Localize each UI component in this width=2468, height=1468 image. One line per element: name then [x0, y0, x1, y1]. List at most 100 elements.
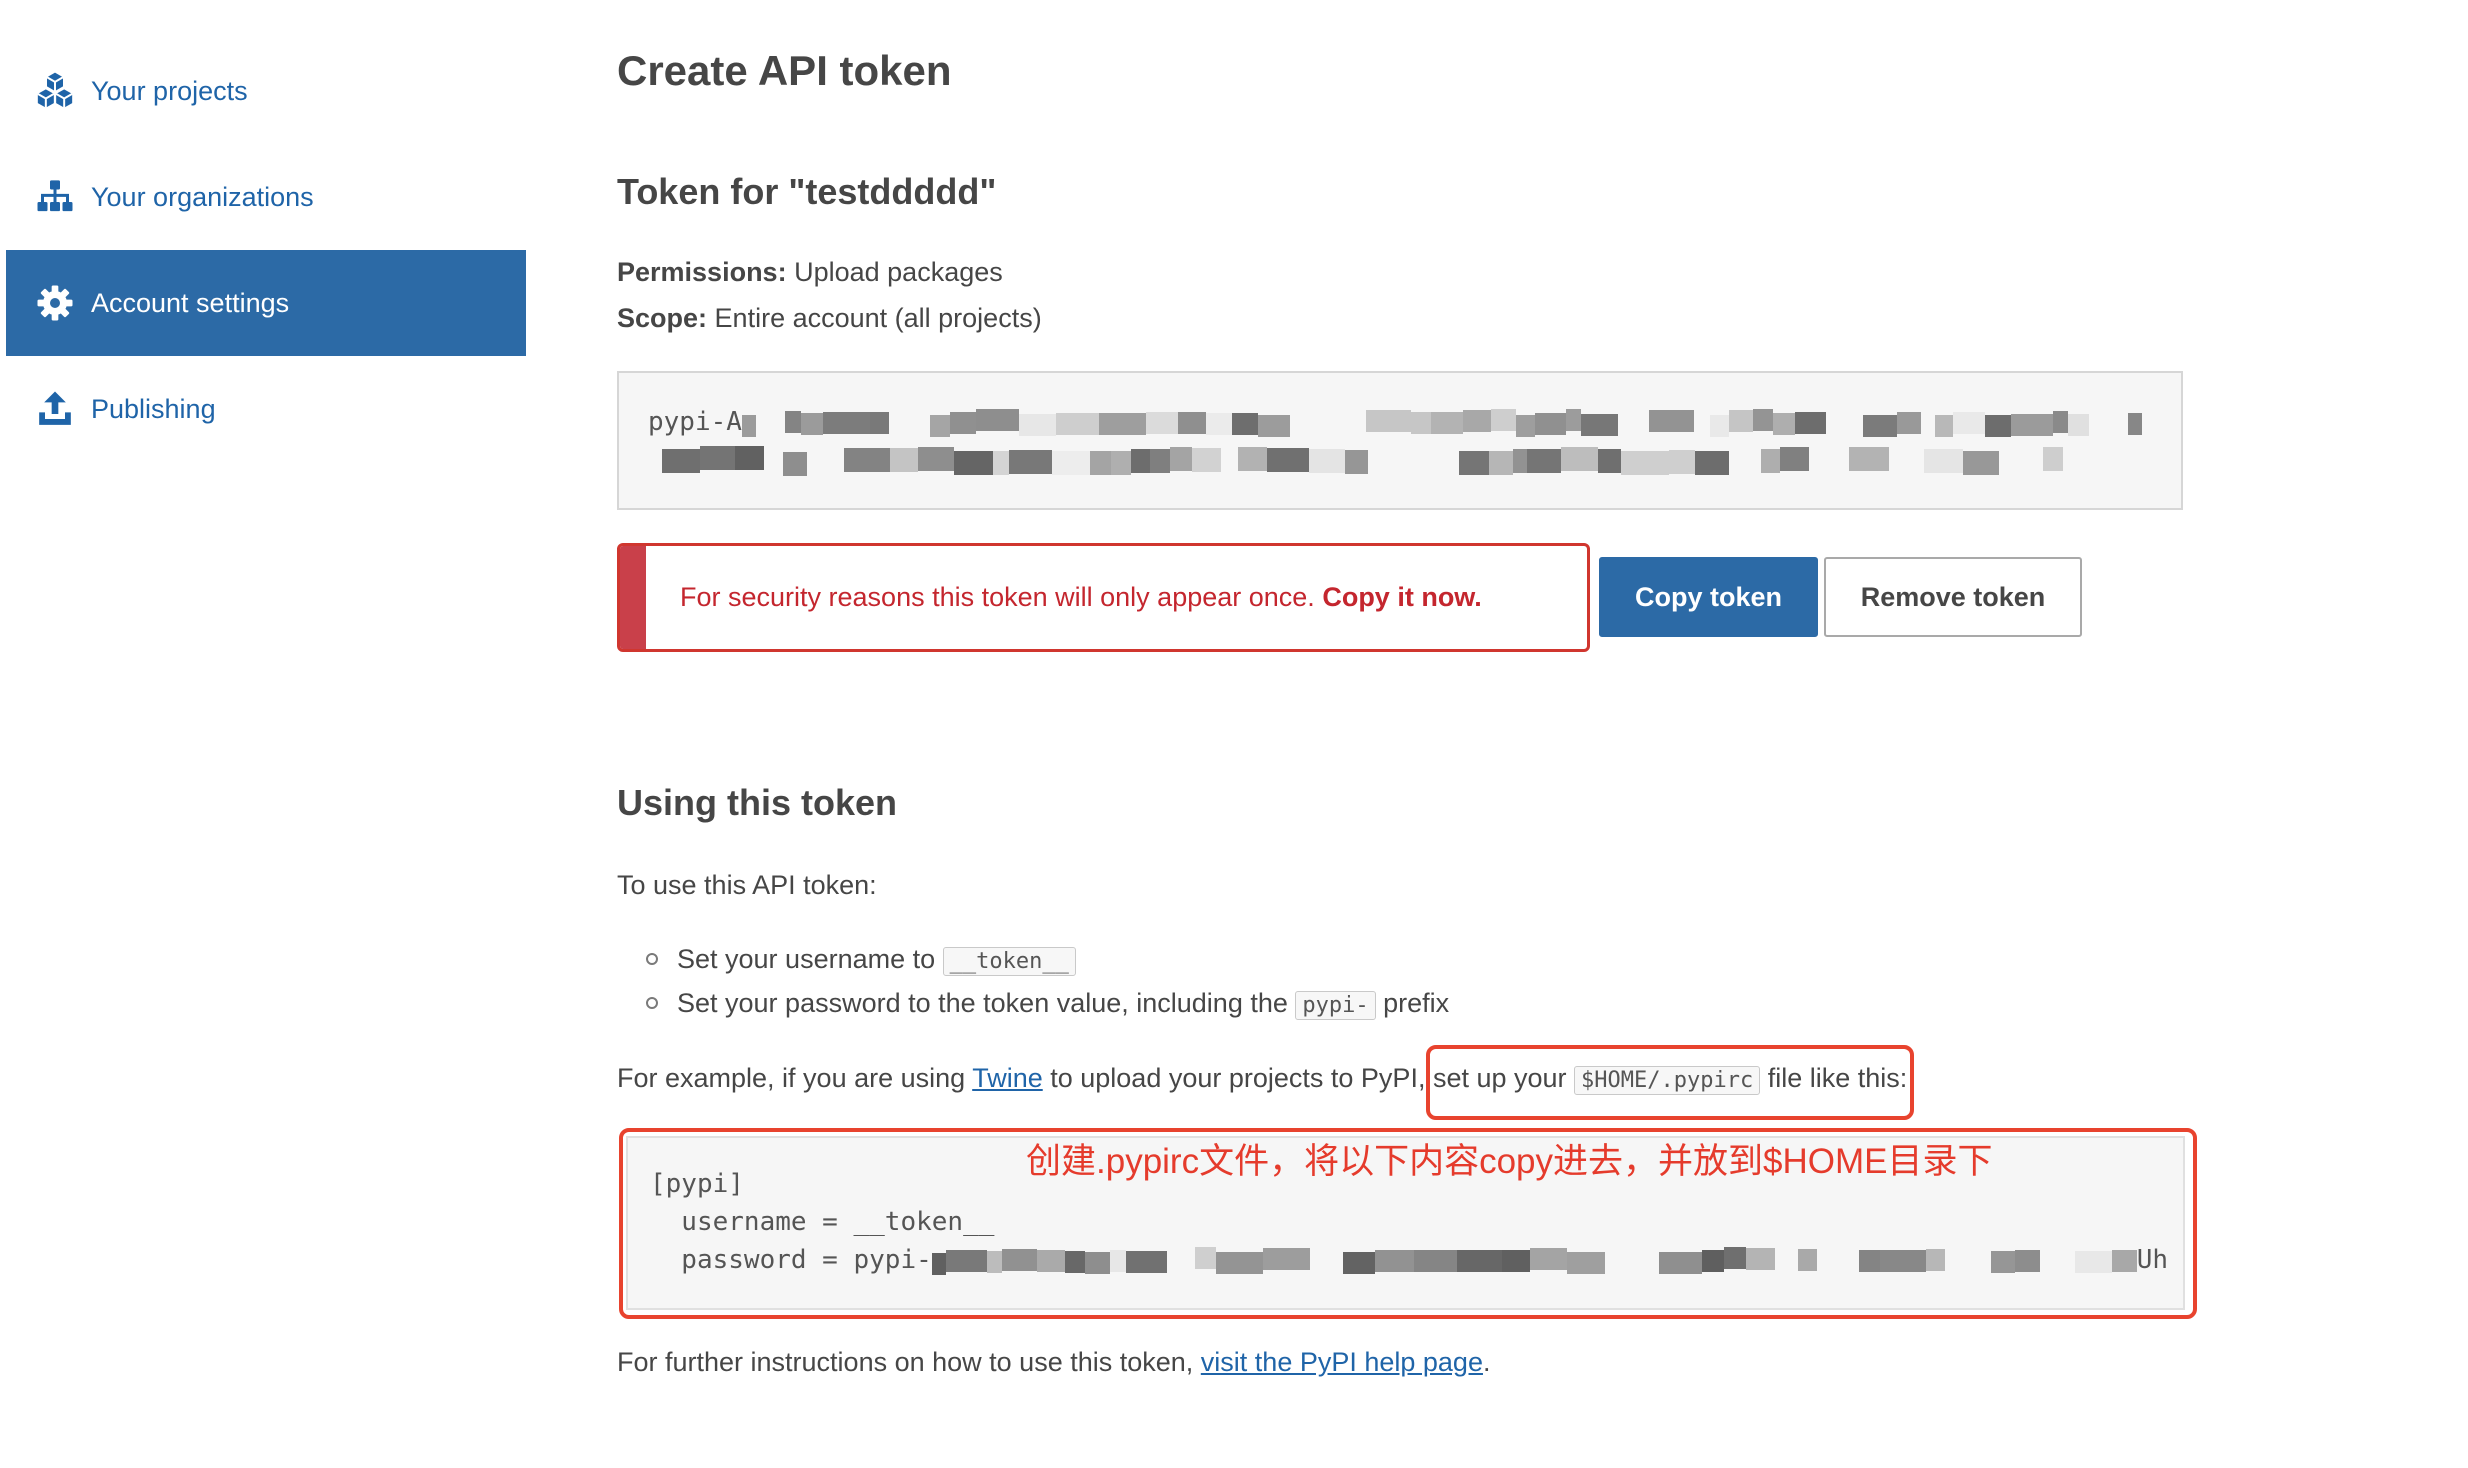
redacted-block: [1534, 412, 1566, 435]
pypi-help-link[interactable]: visit the PyPI help page: [1201, 1347, 1483, 1377]
redacted-block: [1529, 1247, 1567, 1270]
redacted-block: [741, 414, 756, 437]
redacted-block: [1658, 1251, 1702, 1274]
twine-link[interactable]: Twine: [972, 1063, 1043, 1093]
redacted-block: [975, 408, 1019, 431]
redacted-block: [1701, 1249, 1724, 1272]
redacted-block: [1231, 412, 1258, 435]
code-line: password = pypi- Uh: [650, 1241, 2183, 1279]
redacted-block: [1365, 409, 1411, 432]
usage-heading: Using this token: [617, 782, 898, 823]
permissions-label: Permissions:: [617, 257, 787, 287]
redacted-block: [1752, 408, 1773, 431]
cubes-icon: [35, 71, 75, 111]
redacted-block: [1018, 413, 1056, 436]
redacted-block: [2052, 410, 2068, 433]
step-text-after: prefix: [1375, 988, 1450, 1018]
alert-emphasis: Copy it now.: [1322, 582, 1482, 612]
sidebar-item-publishing[interactable]: Publishing: [6, 356, 526, 462]
redacted-block: [1952, 411, 1985, 434]
redacted-block: [1267, 447, 1309, 472]
sidebar-item-label: Account settings: [91, 288, 290, 318]
sidebar-item-your-projects[interactable]: Your projects: [6, 38, 526, 144]
redacted-block: [1780, 446, 1809, 471]
redacted-block: [1990, 1250, 2015, 1273]
copy-token-button[interactable]: Copy token: [1599, 557, 1818, 637]
token-value-box[interactable]: pypi-A: [617, 371, 2183, 510]
token-prefix: pypi-A: [648, 407, 742, 437]
remove-token-button[interactable]: Remove token: [1824, 557, 2082, 637]
token-line-2: [648, 441, 2181, 479]
redacted-block: [1490, 408, 1516, 431]
redacted-block: [783, 451, 807, 476]
redacted-block: [869, 411, 889, 434]
redacted-block: [2043, 446, 2063, 471]
bullet-circle-icon: [646, 953, 658, 965]
code-line: username = __token__: [650, 1207, 995, 1237]
redacted-block: [986, 1250, 1002, 1273]
redacted-block: [1728, 409, 1753, 432]
sidebar-item-label: Your projects: [91, 76, 248, 106]
redacted-block: [1924, 448, 1963, 473]
redacted-block: [1598, 448, 1621, 473]
inline-code: $HOME/.pypirc: [1574, 1066, 1761, 1095]
sidebar-item-your-organizations[interactable]: Your organizations: [6, 144, 526, 250]
example-text: file like this:: [1760, 1063, 1908, 1093]
redacted-block: [1192, 447, 1221, 472]
redacted-block: [1215, 1251, 1263, 1274]
redacted-block: [1090, 450, 1111, 475]
redacted-block: [1170, 446, 1192, 471]
redacted-block: [1925, 1248, 1945, 1271]
redacted-block: [1501, 1249, 1530, 1272]
redacted-block: [929, 414, 950, 437]
token-details: Permissions: Upload packages Scope: Enti…: [617, 249, 1042, 341]
redacted-block: [918, 446, 954, 471]
redacted-block: [993, 450, 1009, 475]
redacted-block: [1084, 1251, 1110, 1274]
page-title: Create API token: [617, 47, 952, 94]
sidebar-item-account-settings[interactable]: Account settings: [6, 250, 526, 356]
redacted-block: [1145, 411, 1178, 434]
sidebar-item-label: Your organizations: [91, 182, 314, 212]
redacted-block: [1262, 1247, 1310, 1270]
redacted-block: [1515, 414, 1535, 437]
redacted-block: [1111, 450, 1131, 475]
redacted-block: [1963, 450, 1999, 475]
security-alert: For security reasons this token will onl…: [617, 543, 1590, 652]
redacted-block: [1761, 448, 1780, 473]
redacted-block: [1527, 448, 1561, 473]
redacted-block: [1797, 1248, 1817, 1271]
redacted-block: [844, 447, 890, 472]
gear-icon: [35, 283, 75, 323]
scope-line: Scope: Entire account (all projects): [617, 295, 1042, 341]
permissions-value: Upload packages: [794, 257, 1003, 287]
redacted-block: [1879, 1249, 1926, 1272]
example-paragraph: For example, if you are using Twine to u…: [617, 1045, 1915, 1120]
redacted-block: [949, 411, 976, 434]
footer-text: For further instructions on how to use t…: [617, 1347, 1201, 1377]
redacted-block: [1052, 450, 1090, 475]
redacted-block: [1345, 449, 1368, 474]
redacted-block: [1695, 450, 1729, 475]
redacted-block: [1342, 1251, 1375, 1274]
redacted-block: [1896, 411, 1921, 434]
list-item: Set your password to the token value, in…: [617, 981, 1449, 1025]
step-text: Set your password to the token value, in…: [677, 988, 1296, 1018]
example-text: to upload your projects to PyPI,: [1042, 1063, 1433, 1093]
redacted-block: [822, 411, 870, 434]
redacted-block: [2111, 1249, 2137, 1272]
redacted-block: [800, 412, 823, 435]
redacted-block: [1456, 1249, 1502, 1272]
redacted-block: [1413, 1249, 1457, 1272]
alert-text: For security reasons this token will onl…: [680, 582, 1315, 612]
redacted-token: [741, 408, 2142, 437]
redacted-block: [784, 410, 801, 433]
redacted-block: [662, 448, 700, 473]
redacted-block: [1257, 414, 1290, 437]
redacted-block: [1984, 414, 2011, 437]
redacted-block: [1064, 1250, 1085, 1273]
redacted-block: [1669, 449, 1695, 474]
redacted-block: [1709, 414, 1729, 437]
code-text-tail: Uh: [2136, 1245, 2169, 1275]
redacted-block: [1565, 408, 1581, 431]
